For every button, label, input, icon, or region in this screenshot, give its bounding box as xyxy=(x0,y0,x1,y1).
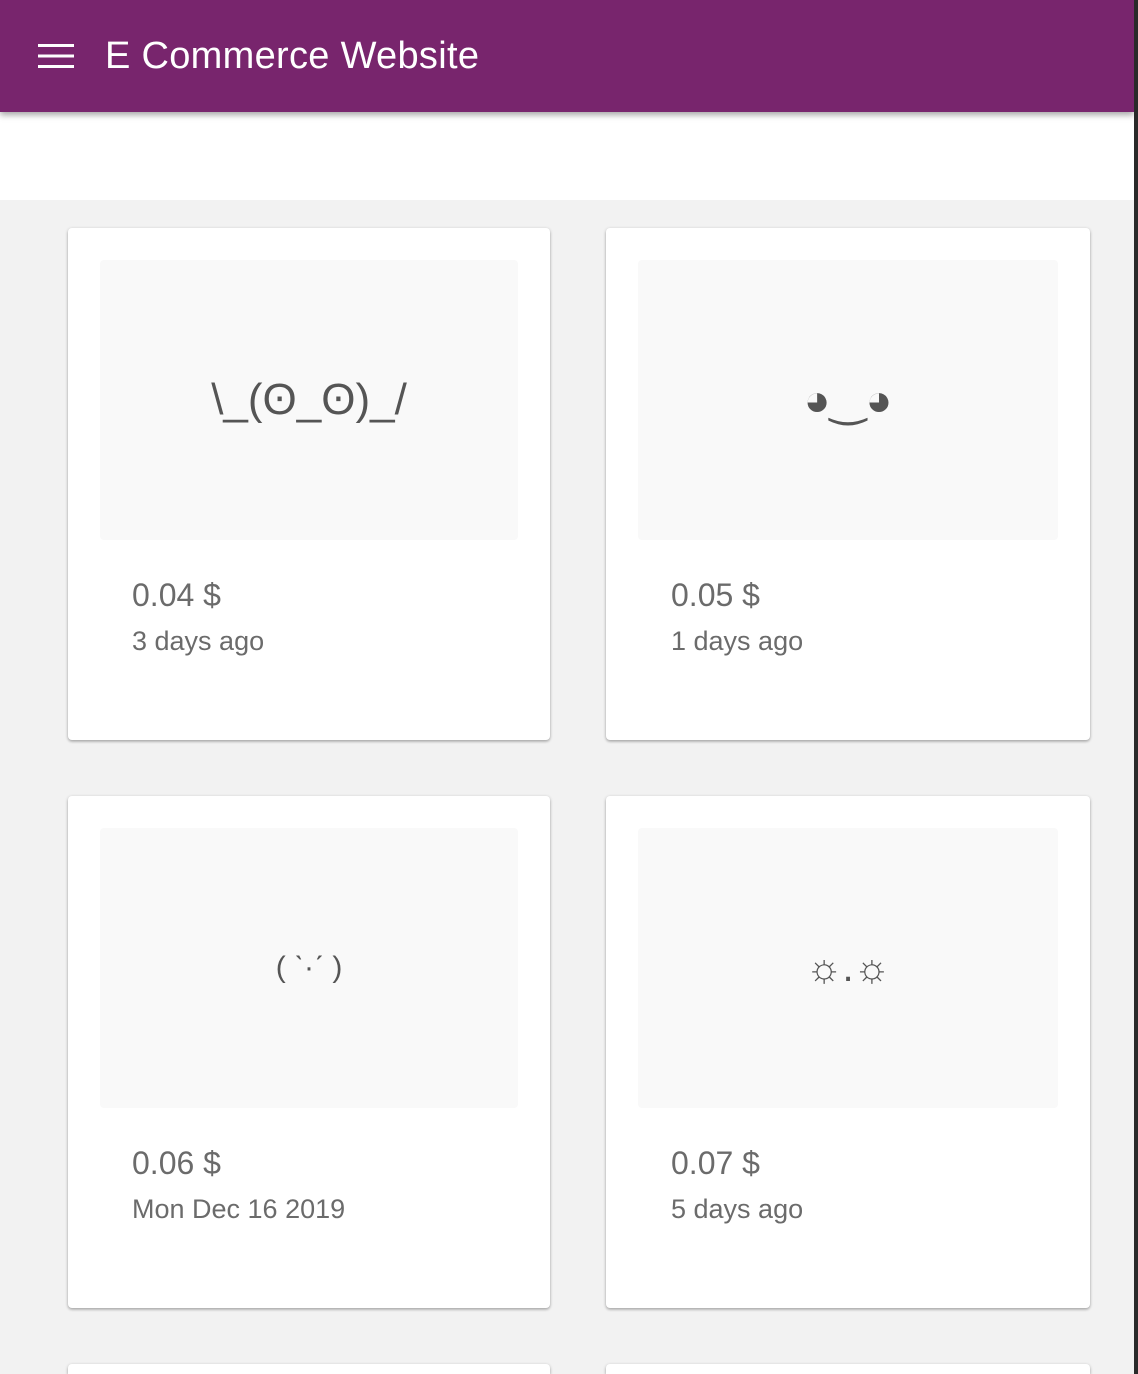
product-image: ( ˋ·ˊ ) xyxy=(100,828,518,1108)
hamburger-menu-icon xyxy=(38,44,74,68)
product-image: ☼.☼ xyxy=(638,828,1058,1108)
product-image: ◕‿◕ xyxy=(638,260,1058,540)
product-card[interactable] xyxy=(606,1364,1090,1374)
product-date: 3 days ago xyxy=(132,626,265,656)
product-card[interactable]: ◕‿◕ 0.05 $ 1 days ago xyxy=(606,228,1090,740)
product-date: Mon Dec 16 2019 xyxy=(132,1194,346,1224)
app-title: E Commerce Website xyxy=(105,35,480,77)
product-price: 0.07 $ xyxy=(671,1145,760,1181)
window-edge xyxy=(1134,0,1138,1374)
product-date: 1 days ago xyxy=(671,626,804,656)
product-card[interactable]: ( ˋ·ˊ ) 0.06 $ Mon Dec 16 2019 xyxy=(68,796,550,1308)
product-card[interactable]: \_(ʘ_ʘ)_/ 0.04 $ 3 days ago xyxy=(68,228,550,740)
app-bar: E Commerce Website xyxy=(0,0,1134,112)
product-image: \_(ʘ_ʘ)_/ xyxy=(100,260,518,540)
product-price: 0.04 $ xyxy=(132,577,221,613)
product-price: 0.05 $ xyxy=(671,577,760,613)
top-spacer xyxy=(0,112,1134,200)
product-price: 0.06 $ xyxy=(132,1145,221,1181)
product-card[interactable]: ☼.☼ 0.07 $ 5 days ago xyxy=(606,796,1090,1308)
product-card[interactable] xyxy=(68,1364,550,1374)
menu-button[interactable] xyxy=(24,26,88,86)
product-date: 5 days ago xyxy=(671,1194,804,1224)
